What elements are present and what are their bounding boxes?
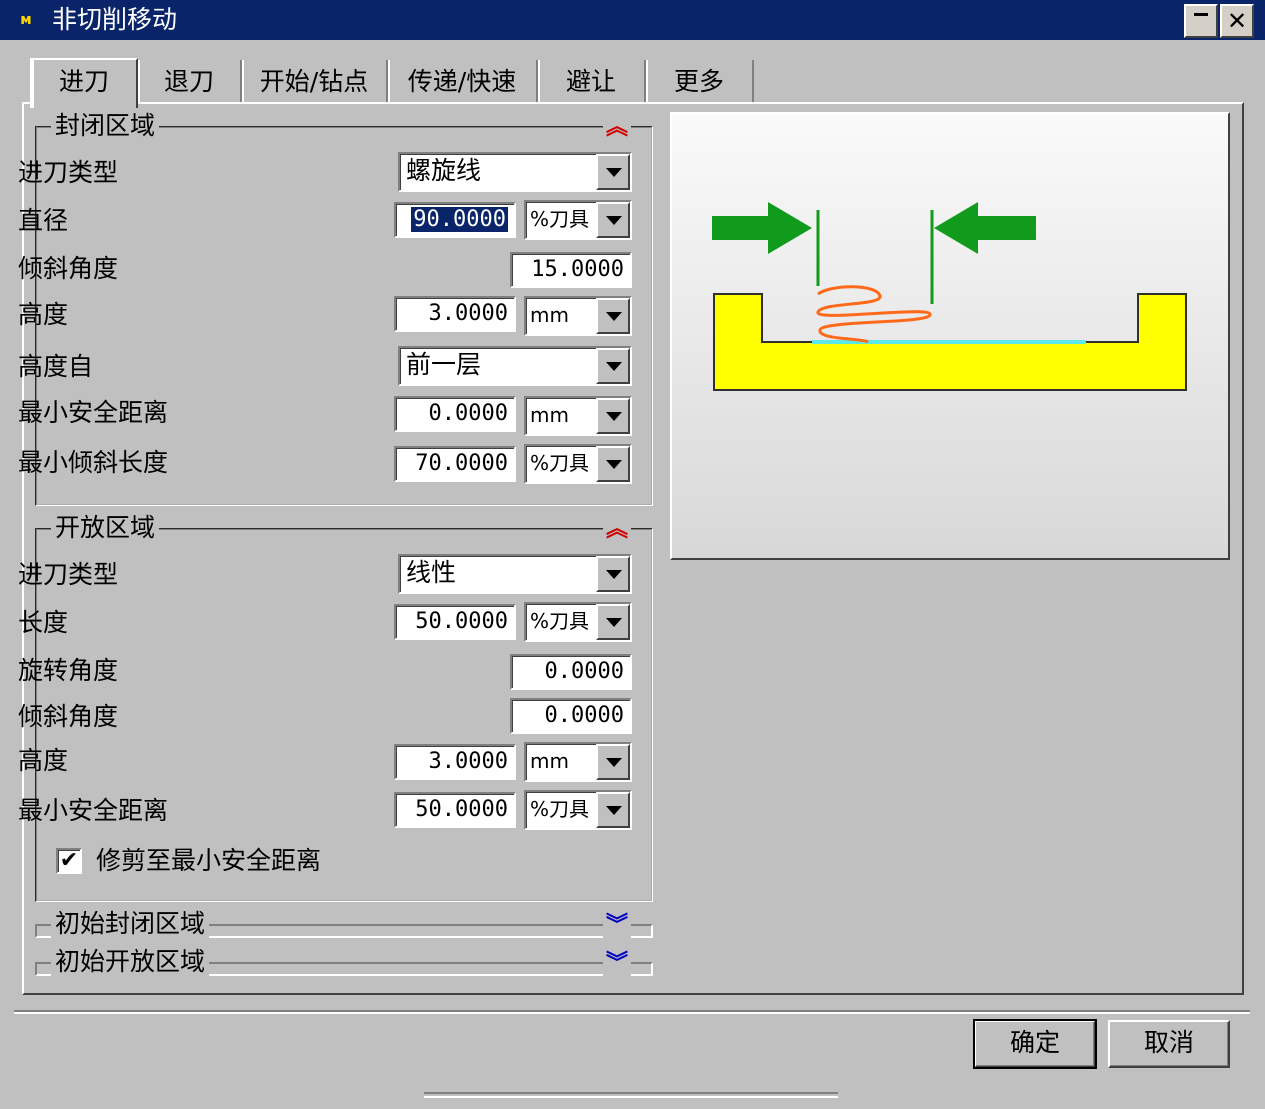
closed-area-title: 封闭区域: [51, 112, 160, 140]
closed-min-clearance-unit-select[interactable]: mm: [524, 396, 632, 436]
open-rotation-angle-input[interactable]: 0.0000: [510, 654, 632, 690]
collapse-up-icon[interactable]: ︽: [603, 516, 631, 544]
closed-diameter-label: 直径: [18, 206, 69, 235]
open-height-input[interactable]: 3.0000: [394, 744, 516, 780]
open-ramp-angle-label: 倾斜角度: [18, 702, 119, 731]
open-entry-type-select[interactable]: 线性: [398, 554, 632, 594]
open-length-unit-select[interactable]: %刀具: [524, 602, 632, 642]
tab-start-drill-points[interactable]: 开始/钻点: [242, 60, 388, 104]
trim-to-min-clearance-label: 修剪至最小安全距离: [96, 846, 322, 875]
left-arrow-icon: [712, 202, 812, 254]
cancel-button[interactable]: 取消: [1108, 1020, 1230, 1068]
initial-closed-area-title: 初始封闭区域: [51, 910, 210, 938]
open-length-input[interactable]: 50.0000: [394, 604, 516, 640]
dialog-window: м 非切削移动 ✕ 进刀 退刀 开始/钻点 传递/快速 避让 更多 封闭区域 ︽…: [0, 0, 1265, 1109]
closed-min-ramp-length-label: 最小倾斜长度: [18, 448, 169, 477]
chevron-down-icon[interactable]: [596, 446, 630, 482]
check-icon: ✔: [59, 848, 79, 873]
open-entry-type-label: 进刀类型: [18, 560, 119, 589]
chevron-down-icon[interactable]: [596, 298, 630, 334]
chevron-down-icon[interactable]: [596, 604, 630, 640]
chevron-down-icon[interactable]: [596, 202, 630, 238]
ok-button[interactable]: 确定: [973, 1019, 1097, 1069]
chevron-down-icon[interactable]: [596, 154, 630, 190]
window-title: 非切削移动: [52, 5, 178, 34]
chevron-down-icon[interactable]: [596, 792, 630, 828]
closed-height-unit-select[interactable]: mm: [524, 296, 632, 336]
chevron-down-icon[interactable]: [596, 398, 630, 434]
title-bar[interactable]: м 非切削移动 ✕: [0, 0, 1265, 40]
closed-min-clearance-input[interactable]: 0.0000: [394, 396, 516, 432]
open-min-clearance-unit-select[interactable]: %刀具: [524, 790, 632, 830]
expand-down-icon[interactable]: ︾: [603, 950, 631, 978]
open-min-clearance-label: 最小安全距离: [18, 796, 169, 825]
closed-height-input[interactable]: 3.0000: [394, 296, 516, 332]
closed-min-ramp-length-unit-select[interactable]: %刀具: [524, 444, 632, 484]
closed-min-clearance-label: 最小安全距离: [18, 398, 169, 427]
tab-transfer-rapid[interactable]: 传递/快速: [388, 60, 538, 104]
chevron-down-icon[interactable]: [596, 744, 630, 780]
tab-avoidance[interactable]: 避让: [538, 60, 646, 104]
open-ramp-angle-input[interactable]: 0.0000: [510, 698, 632, 734]
entry-preview-image: [670, 112, 1230, 560]
closed-min-ramp-length-input[interactable]: 70.0000: [394, 446, 516, 482]
closed-entry-type-select[interactable]: 螺旋线: [398, 152, 632, 192]
minimize-button[interactable]: [1184, 4, 1218, 38]
initial-closed-area-group[interactable]: 初始封闭区域 ︾: [35, 910, 653, 940]
tab-retract[interactable]: 退刀: [138, 60, 242, 104]
bottom-separator: [14, 1010, 1250, 1014]
app-icon: м: [20, 12, 32, 28]
open-min-clearance-input[interactable]: 50.0000: [394, 792, 516, 828]
tab-engage[interactable]: 进刀: [30, 58, 138, 108]
initial-open-area-group[interactable]: 初始开放区域 ︾: [35, 948, 653, 978]
closed-ramp-angle-input[interactable]: 15.0000: [510, 252, 632, 288]
closed-height-from-label: 高度自: [18, 352, 94, 381]
closed-diameter-unit-select[interactable]: %刀具: [524, 200, 632, 240]
open-rotation-angle-label: 旋转角度: [18, 656, 119, 685]
closed-diameter-input[interactable]: 90.0000: [394, 202, 516, 238]
initial-open-area-title: 初始开放区域: [51, 948, 210, 976]
expand-down-icon[interactable]: ︾: [603, 912, 631, 940]
right-arrow-icon: [934, 202, 1036, 254]
collapse-up-icon[interactable]: ︽: [603, 114, 631, 142]
trim-to-min-clearance-checkbox[interactable]: ✔: [56, 848, 82, 874]
closed-height-label: 高度: [18, 300, 69, 329]
open-length-label: 长度: [18, 608, 69, 637]
chevron-down-icon[interactable]: [596, 348, 630, 384]
open-area-title: 开放区域: [51, 514, 160, 542]
tab-more[interactable]: 更多: [646, 60, 754, 104]
helix-path: [816, 285, 932, 344]
chevron-down-icon[interactable]: [596, 556, 630, 592]
close-button[interactable]: ✕: [1220, 4, 1254, 38]
helix-entry-diagram: [712, 202, 1187, 391]
resize-grip: [424, 1092, 838, 1098]
close-icon: ✕: [1226, 7, 1248, 35]
closed-height-from-select[interactable]: 前一层: [398, 346, 632, 386]
open-height-label: 高度: [18, 746, 69, 775]
closed-ramp-angle-label: 倾斜角度: [18, 254, 119, 283]
closed-entry-type-label: 进刀类型: [18, 158, 119, 187]
open-height-unit-select[interactable]: mm: [524, 742, 632, 782]
